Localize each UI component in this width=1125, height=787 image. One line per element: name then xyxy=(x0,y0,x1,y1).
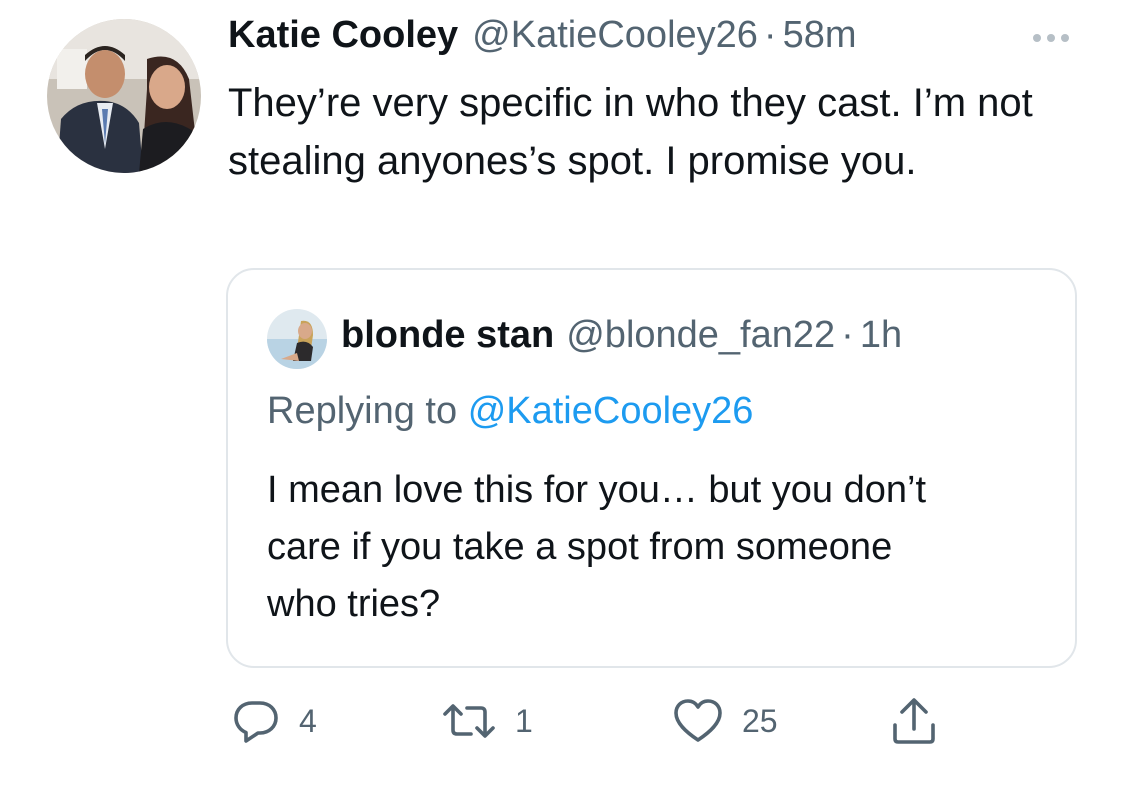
reply-count: 4 xyxy=(299,702,317,739)
like-button[interactable]: 25 xyxy=(672,693,778,749)
reply-bubble-icon xyxy=(231,696,281,746)
quoted-tweet-timestamp[interactable]: 1h xyxy=(860,314,902,357)
heart-icon xyxy=(672,696,724,746)
author-avatar[interactable] xyxy=(47,19,201,173)
quoted-author-handle[interactable]: @blonde_fan22 xyxy=(566,314,835,357)
author-name[interactable]: Katie Cooley xyxy=(228,14,458,57)
tweet-timestamp[interactable]: 58m xyxy=(783,14,857,57)
tweet-text: They’re very specific in who they cast. … xyxy=(228,81,1033,183)
quoted-tweet-card[interactable]: blonde stan @blonde_fan22 · 1h Replying … xyxy=(226,268,1077,668)
retweet-icon xyxy=(441,696,497,746)
reply-button[interactable]: 4 xyxy=(231,693,317,749)
quoted-author-name[interactable]: blonde stan xyxy=(341,314,554,357)
retweet-count: 1 xyxy=(515,702,533,739)
share-button[interactable] xyxy=(889,693,939,749)
tweet-action-bar: 4 1 25 xyxy=(226,693,986,749)
retweet-button[interactable]: 1 xyxy=(441,693,533,749)
more-horizontal-icon[interactable] xyxy=(1027,26,1075,50)
tweet-header: Katie Cooley @KatieCooley26 · 58m xyxy=(228,14,857,66)
author-handle[interactable]: @KatieCooley26 xyxy=(472,14,758,57)
replying-to-label: Replying to xyxy=(267,390,458,432)
separator-dot: · xyxy=(763,14,777,56)
replying-to-mention[interactable]: @KatieCooley26 xyxy=(468,390,754,432)
separator-dot: · xyxy=(841,314,854,356)
like-count: 25 xyxy=(742,702,778,739)
quoted-tweet-header: blonde stan @blonde_fan22 · 1h xyxy=(341,314,902,357)
quoted-tweet-text: I mean love this for you… but you don’t … xyxy=(267,469,927,625)
quoted-author-avatar[interactable] xyxy=(267,309,327,369)
share-icon xyxy=(889,695,939,747)
replying-to-line: Replying to @KatieCooley26 xyxy=(267,390,753,433)
